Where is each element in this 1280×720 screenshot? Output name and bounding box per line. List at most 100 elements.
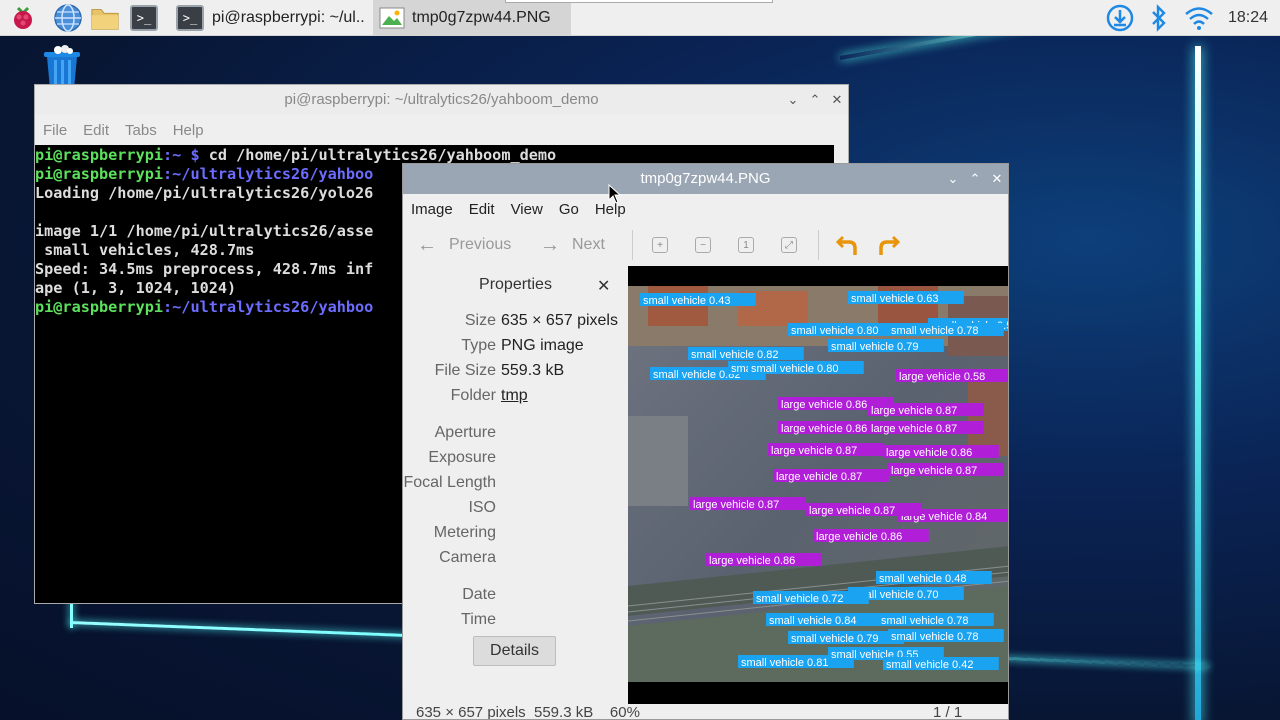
taskbar-window-image-viewer[interactable]: tmp0g7zpw44.PNG — [373, 0, 571, 36]
minimize-icon[interactable]: ⌄ — [786, 85, 800, 115]
zoom-out-icon: − — [695, 237, 711, 253]
detection-label: large vehicle 0.86 — [781, 423, 867, 435]
detection-label: small vehicle 0.79 — [831, 341, 918, 353]
download-updates-icon[interactable] — [1105, 3, 1135, 33]
detection-label: small vehicle 0.80 — [751, 363, 838, 375]
property-row-exposure: Exposure — [428, 449, 496, 466]
property-row-time: Time — [461, 611, 496, 628]
rotate-left-icon — [835, 235, 857, 255]
menu-edit[interactable]: Edit — [461, 201, 503, 218]
menu-view[interactable]: View — [503, 201, 551, 218]
property-row-size: Size 635 × 657 pixels — [464, 312, 618, 329]
viewer-toolbar: ← Previous → Next + − 1 ⤢ — [403, 224, 1008, 266]
viewer-titlebar[interactable]: tmp0g7zpw44.PNG ⌄ ⌃ ✕ — [403, 164, 1008, 194]
zoom-normal-button[interactable]: 1 — [738, 224, 754, 266]
clock[interactable]: 18:24 — [1228, 0, 1268, 36]
details-button[interactable]: Details — [473, 636, 556, 666]
detection-label: large vehicle 0.86 — [816, 531, 902, 543]
taskbar-window-label: pi@raspberrypi: ~/ul.. — [212, 9, 365, 26]
mouse-cursor-icon — [608, 184, 622, 204]
detection-label: large vehicle 0.86 — [709, 555, 795, 567]
detection-label: large vehicle 0.87 — [871, 423, 957, 435]
detection-label: large vehicle 0.87 — [771, 445, 857, 457]
window-title: pi@raspberrypi: ~/ultralytics26/yahboom_… — [284, 91, 599, 108]
wifi-icon[interactable] — [1184, 3, 1214, 33]
terminal-launcher-icon[interactable]: >_ — [129, 3, 159, 33]
property-row-focal-length: Focal Length — [403, 474, 496, 491]
previous-button[interactable]: ← Previous — [417, 224, 511, 266]
maximize-icon[interactable]: ⌃ — [968, 164, 982, 194]
viewer-menubar: Image Edit View Go Help — [403, 194, 1008, 224]
folder-link[interactable]: tmp — [501, 387, 528, 405]
detection-label: large vehicle 0.87 — [693, 499, 779, 511]
detection-label: small vehicle 0.82 — [653, 369, 740, 381]
properties-heading: Properties — [479, 276, 552, 293]
close-icon[interactable]: ✕ — [990, 164, 1004, 194]
wallpaper-light-beam — [839, 36, 1205, 60]
detection-label: small vehicle 0.78 — [891, 631, 978, 643]
zoom-fit-button[interactable]: ⤢ — [781, 224, 797, 266]
menu-edit[interactable]: Edit — [75, 122, 117, 139]
zoom-in-icon: + — [652, 237, 668, 253]
wallpaper-light-beam — [1195, 46, 1201, 720]
menu-go[interactable]: Go — [551, 201, 587, 218]
terminal-icon: >_ — [176, 5, 204, 31]
close-properties-icon[interactable]: ✕ — [597, 276, 610, 296]
zoom-in-button[interactable]: + — [652, 224, 668, 266]
terminal-titlebar[interactable]: pi@raspberrypi: ~/ultralytics26/yahboom_… — [35, 85, 848, 115]
rotate-right-icon — [879, 235, 901, 255]
next-label: Next — [572, 236, 605, 253]
detection-label: large vehicle 0.58 — [899, 371, 985, 383]
detection-label: small vehicle 0.72 — [756, 593, 843, 605]
menu-file[interactable]: File — [35, 122, 75, 139]
zoom-fit-icon: ⤢ — [781, 237, 797, 253]
zoom-normal-icon: 1 — [738, 237, 754, 253]
detection-label: small vehicle 0.84 — [769, 615, 856, 627]
detection-label: small vehicle 0.63 — [851, 293, 938, 305]
status-image-info: 635 × 657 pixels 559.3 kB 60% — [416, 704, 640, 720]
arrow-right-icon: → — [540, 233, 560, 256]
menu-image[interactable]: Image — [403, 201, 461, 218]
image-canvas[interactable]: small vehicle 0.43 small vehicle 0.63 smal… — [628, 266, 1008, 704]
detection-label: small vehicle 0.80 — [791, 325, 878, 337]
property-row-iso: ISO — [468, 499, 496, 516]
detection-label: large vehicle 0.87 — [776, 471, 862, 483]
detection-label: small vehicle 0.81 — [741, 657, 828, 669]
detection-label: large vehicle 0.87 — [871, 405, 957, 417]
taskbar-window-terminal[interactable]: >_ pi@raspberrypi: ~/ul.. — [170, 0, 370, 36]
close-icon[interactable]: ✕ — [830, 85, 844, 115]
detection-label: small vehicle 0.48 — [879, 573, 966, 585]
previous-label: Previous — [449, 236, 512, 253]
viewer-statusbar: 635 × 657 pixels 559.3 kB 60% 1 / 1 — [403, 704, 1008, 720]
next-button[interactable]: → Next — [540, 224, 605, 266]
property-row-file-size: File Size 559.3 kB — [434, 362, 565, 379]
file-manager-icon[interactable] — [90, 3, 120, 33]
raspberry-menu-icon[interactable] — [8, 3, 38, 33]
web-browser-icon[interactable] — [53, 3, 83, 33]
maximize-icon[interactable]: ⌃ — [808, 85, 822, 115]
rotate-right-button[interactable] — [877, 224, 901, 266]
property-row-folder: Folder tmp — [450, 387, 528, 405]
property-row-metering: Metering — [433, 524, 496, 541]
taskbar: >_ >_ pi@raspberrypi: ~/ul.. tmp0g7zpw44… — [0, 0, 1280, 36]
detection-label: large vehicle 0.87 — [891, 465, 977, 477]
detection-label: small vehicle 0.42 — [886, 659, 973, 671]
detection-label: small vehicle 0.78 — [891, 325, 978, 337]
detection-label: small vehicle 0.82 — [691, 349, 778, 361]
menu-help[interactable]: Help — [165, 122, 212, 139]
zoom-out-button[interactable]: − — [695, 224, 711, 266]
properties-panel: Properties ✕ Size 635 × 657 pixels Type PN… — [403, 266, 628, 696]
detection-label: large vehicle 0.86 — [781, 399, 867, 411]
property-row-camera: Camera — [439, 549, 496, 566]
minimize-icon[interactable]: ⌄ — [946, 164, 960, 194]
detection-label: small vehicle 0.78 — [881, 615, 968, 627]
bluetooth-icon[interactable] — [1144, 3, 1174, 33]
rotate-left-button[interactable] — [835, 224, 859, 266]
image-viewer-window: tmp0g7zpw44.PNG ⌄ ⌃ ✕ Image Edit View Go… — [402, 163, 1009, 720]
toolbar-separator — [632, 230, 633, 260]
detection-label: large vehicle 0.87 — [809, 505, 895, 517]
menu-tabs[interactable]: Tabs — [117, 122, 165, 139]
property-row-type: Type PNG image — [461, 337, 584, 354]
window-title: tmp0g7zpw44.PNG — [640, 170, 771, 187]
terminal-menubar: File Edit Tabs Help — [35, 115, 848, 145]
